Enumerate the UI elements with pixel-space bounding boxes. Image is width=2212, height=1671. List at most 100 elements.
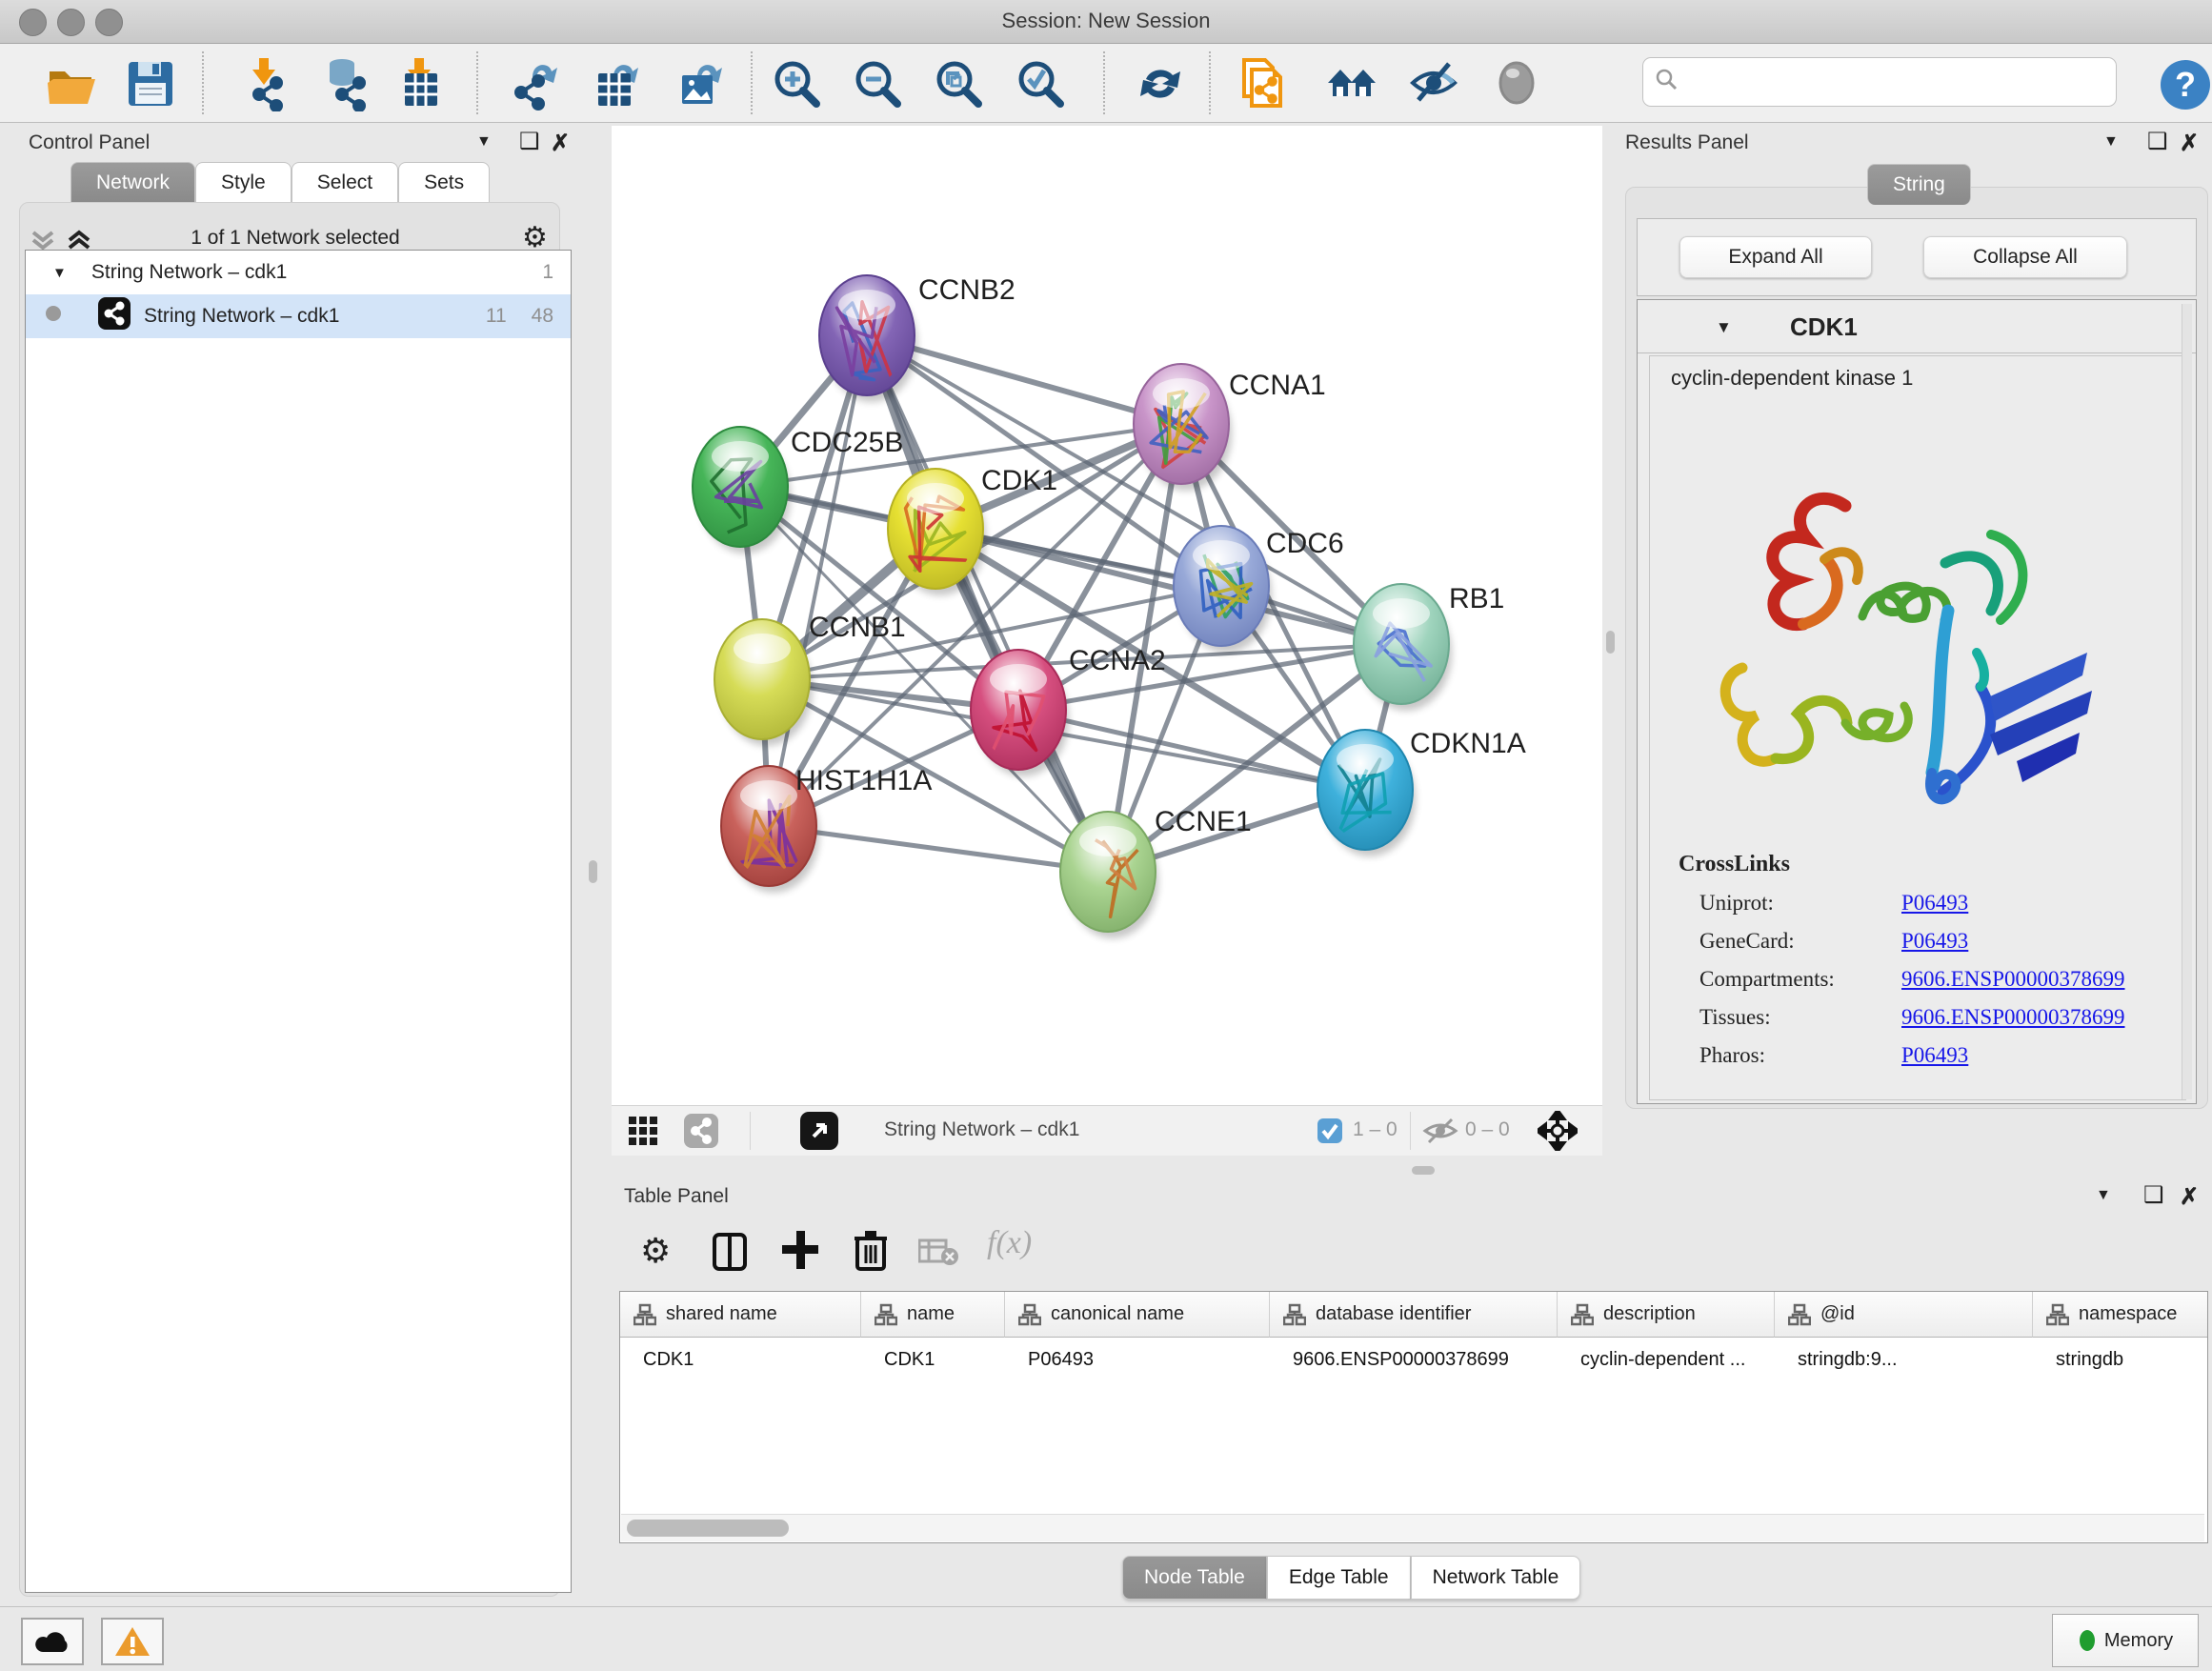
network-edge[interactable] (769, 335, 867, 826)
zoom-in-icon[interactable] (768, 55, 825, 112)
import-table-icon[interactable] (391, 55, 448, 112)
selected-checkbox[interactable] (1317, 1117, 1343, 1149)
panel-close-icon[interactable]: ✗ (551, 130, 570, 157)
crosslink-label: Compartments: (1699, 967, 1901, 992)
network-node-HIST1H1A[interactable]: HIST1H1A (721, 765, 932, 893)
disclosure-icon[interactable]: ▼ (52, 265, 67, 281)
add-column-icon[interactable] (781, 1229, 819, 1276)
zoom-out-icon[interactable] (849, 55, 906, 112)
collapse-all-button[interactable]: Collapse All (1923, 236, 2127, 278)
node-table: shared namenamecanonical namedatabase id… (619, 1291, 2208, 1543)
column-header-shared-name[interactable]: shared name (620, 1292, 861, 1338)
clone-network-icon[interactable] (1234, 55, 1291, 112)
warning-icon[interactable] (101, 1618, 164, 1665)
protein-header-row[interactable]: ▼ CDK1 (1638, 303, 2196, 353)
memory-button[interactable]: Memory (2052, 1614, 2199, 1667)
column-header-database-identifier[interactable]: database identifier (1270, 1292, 1558, 1338)
export-table-icon[interactable] (584, 55, 641, 112)
panel-menu-icon[interactable]: ▼ (2096, 1187, 2111, 1204)
tab-network[interactable]: Network (70, 162, 195, 203)
network-node-CDK1[interactable]: CDK1 (888, 465, 1057, 595)
tab-edge-table[interactable]: Edge Table (1267, 1556, 1411, 1600)
panel-float-icon[interactable]: ❑ (2147, 128, 2168, 155)
export-network-icon[interactable] (503, 55, 560, 112)
left-divider-handle[interactable] (589, 860, 597, 883)
help-icon[interactable]: ? (2159, 58, 2212, 116)
open-session-icon[interactable] (43, 55, 100, 112)
tab-select[interactable]: Select (292, 162, 398, 203)
hidden-eye-icon[interactable] (1421, 1116, 1459, 1151)
svg-text:?: ? (2175, 65, 2196, 104)
network-node-CCNB2[interactable]: CCNB2 (819, 274, 1016, 402)
network-node-CDKN1A[interactable]: CDKN1A (1317, 728, 1526, 856)
import-network-icon[interactable] (235, 55, 292, 112)
node-label: CCNA1 (1229, 370, 1326, 401)
cloud-icon[interactable] (21, 1618, 84, 1665)
table-hscroll-thumb[interactable] (627, 1520, 789, 1537)
gear-icon[interactable]: ⚙ (640, 1231, 671, 1271)
hide-selected-icon[interactable] (1406, 55, 1463, 112)
network-edge[interactable] (769, 826, 1108, 872)
network-node-CCNB1[interactable]: CCNB1 (714, 612, 906, 746)
toolbar-separator (1209, 51, 1211, 114)
panel-float-icon[interactable]: ❑ (2143, 1181, 2164, 1209)
crosslink-value[interactable]: P06493 (1901, 1043, 1968, 1068)
network-tree-row[interactable]: String Network – cdk1 11 48 (26, 294, 571, 338)
export-image-icon[interactable] (668, 55, 725, 112)
column-header-canonical-name[interactable]: canonical name (1005, 1292, 1270, 1338)
tab-network-table[interactable]: Network Table (1411, 1556, 1581, 1600)
network-node-CDC6[interactable]: CDC6 (1174, 526, 1344, 653)
table-hscrollbar[interactable] (621, 1514, 2204, 1541)
network-tree-row[interactable]: ▼ String Network – cdk1 1 (26, 251, 571, 294)
crosshair-icon[interactable] (1538, 1111, 1578, 1156)
panel-float-icon[interactable]: ❑ (519, 128, 540, 155)
tab-string[interactable]: String (1867, 164, 1971, 205)
column-header-@id[interactable]: @id (1775, 1292, 2033, 1338)
columns-icon[interactable] (713, 1233, 747, 1276)
crosslink-label: Pharos: (1699, 1043, 1901, 1068)
current-network-label: String Network – cdk1 (884, 1118, 1079, 1141)
crosslink-value[interactable]: 9606.ENSP00000378699 (1901, 967, 2125, 992)
network-label: String Network – cdk1 (144, 305, 339, 328)
column-header-name[interactable]: name (861, 1292, 1005, 1338)
panel-close-icon[interactable]: ✗ (2180, 1183, 2199, 1211)
birdseye-icon[interactable] (800, 1112, 838, 1155)
network-node-RB1[interactable]: RB1 (1354, 583, 1504, 711)
network-edge[interactable] (1018, 710, 1365, 790)
crosslink-row: Tissues: 9606.ENSP00000378699 (1699, 1005, 2185, 1030)
crosslink-value[interactable]: 9606.ENSP00000378699 (1901, 1005, 2125, 1030)
collapse-section-icon[interactable]: ▼ (1716, 318, 1732, 337)
current-network-dot (45, 305, 62, 328)
refresh-icon[interactable] (1132, 55, 1189, 112)
table-cell: 9606.ENSP00000378699 (1293, 1341, 1554, 1378)
column-header-namespace[interactable]: namespace (2033, 1292, 2208, 1338)
tab-style[interactable]: Style (195, 162, 292, 203)
tab-sets[interactable]: Sets (398, 162, 490, 203)
right-divider-handle[interactable] (1606, 631, 1615, 654)
import-database-icon[interactable] (316, 55, 373, 112)
share-gray-icon[interactable] (684, 1114, 718, 1153)
panel-menu-icon[interactable]: ▼ (2103, 133, 2119, 151)
network-overview-icon[interactable] (1323, 55, 1380, 112)
save-session-icon[interactable] (122, 55, 179, 112)
zoom-fit-icon[interactable] (930, 55, 987, 112)
crosslink-value[interactable]: P06493 (1901, 891, 1968, 916)
tab-node-table[interactable]: Node Table (1122, 1556, 1267, 1600)
toolbar-separator (476, 51, 478, 114)
control-panel-title: Control Panel (29, 131, 150, 154)
panel-menu-icon[interactable]: ▼ (476, 133, 492, 151)
search-input[interactable] (1642, 57, 2117, 107)
zoom-selected-icon[interactable] (1012, 55, 1069, 112)
expand-all-button[interactable]: Expand All (1679, 236, 1872, 278)
column-header-description[interactable]: description (1558, 1292, 1775, 1338)
delete-column-icon[interactable] (854, 1229, 888, 1276)
grid-icon[interactable] (627, 1115, 661, 1152)
network-node-CCNE1[interactable]: CCNE1 (1060, 806, 1252, 938)
crosslink-value[interactable]: P06493 (1901, 929, 1968, 954)
search-field[interactable] (1687, 70, 2116, 94)
grayscale-orb-icon[interactable] (1489, 55, 1546, 112)
panel-close-icon[interactable]: ✗ (2180, 130, 2199, 157)
horizontal-divider-handle[interactable] (1412, 1166, 1435, 1175)
network-canvas[interactable]: CCNB2 CCNA1 CDC25B CDK1 CDC6 RB1 CCNB1 (612, 126, 1602, 1105)
results-scrollbar[interactable] (2182, 304, 2192, 1099)
